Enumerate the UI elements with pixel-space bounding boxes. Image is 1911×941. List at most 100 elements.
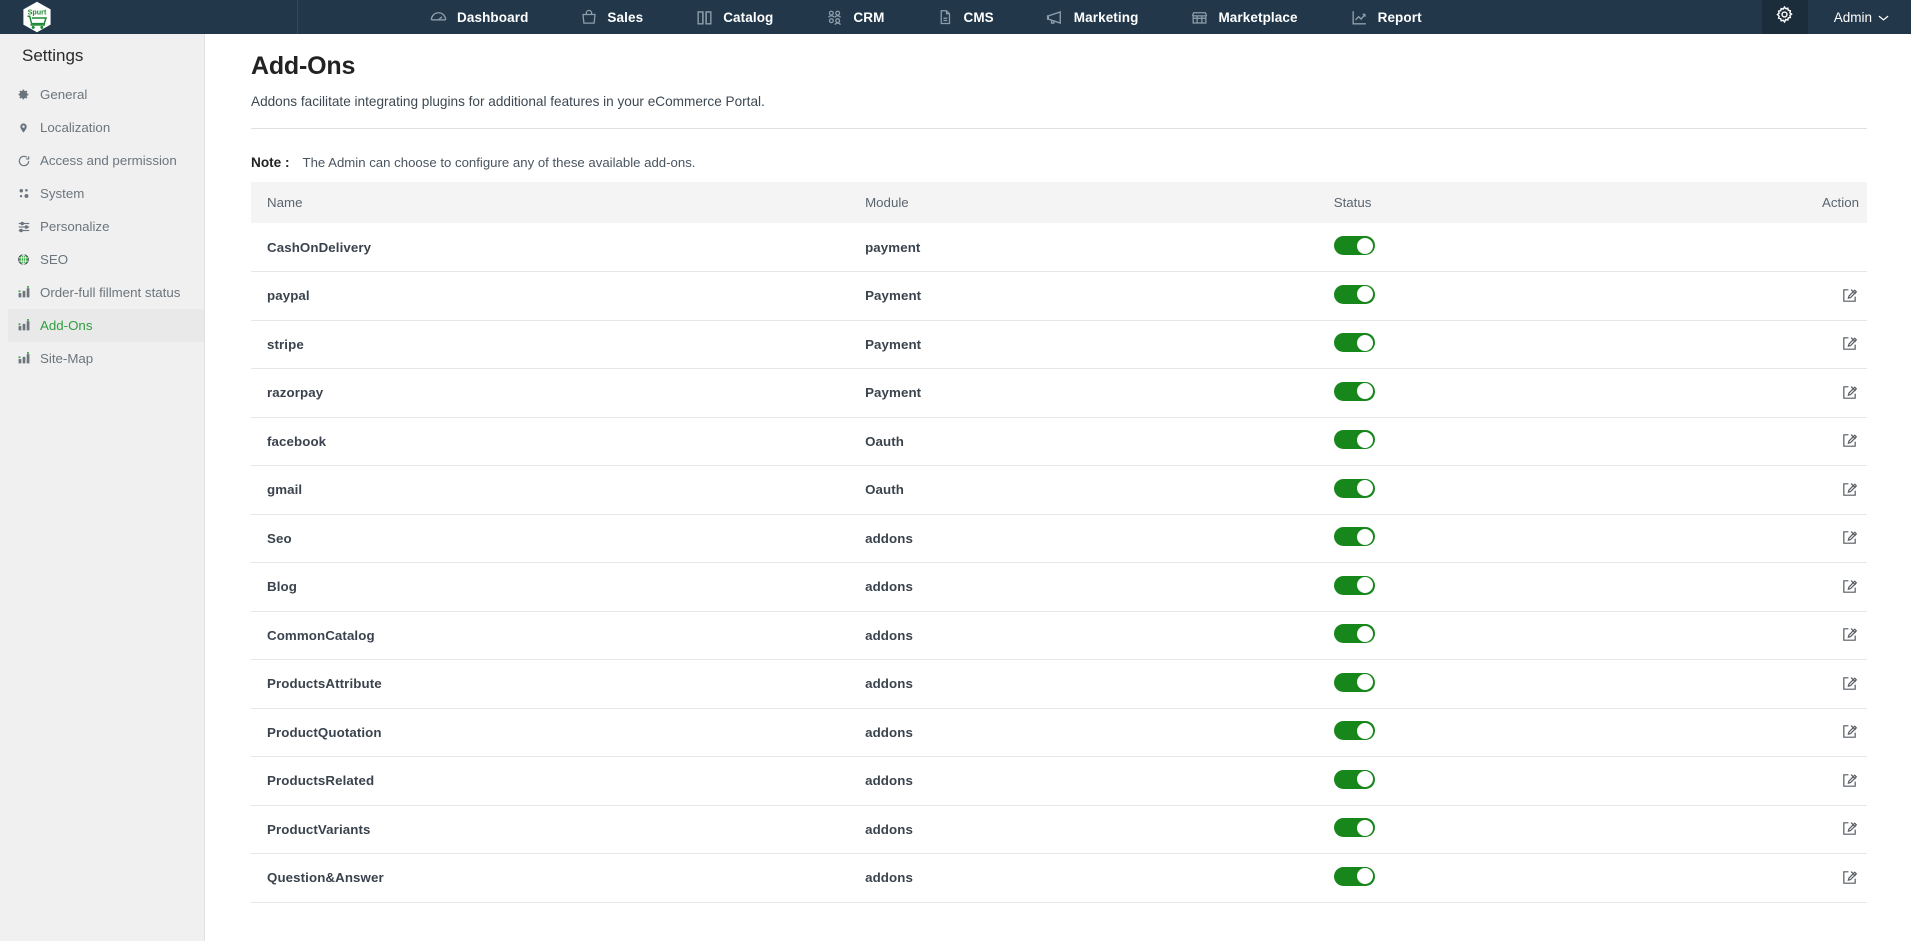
nav-item-crm[interactable]: CRM <box>799 0 910 34</box>
sidebar-item-general[interactable]: General <box>8 78 204 111</box>
bar-chart-icon <box>16 286 31 299</box>
cell-module: addons <box>865 756 1334 806</box>
edit-pencil-icon[interactable] <box>1839 819 1859 839</box>
nav-label: Report <box>1377 9 1422 25</box>
sidebar-item-label: Order-full fillment status <box>40 285 181 300</box>
settings-button[interactable] <box>1761 0 1808 34</box>
edit-pencil-icon[interactable] <box>1839 431 1859 451</box>
sidebar-item-label: Localization <box>40 120 111 135</box>
cell-status <box>1333 465 1706 515</box>
status-toggle[interactable] <box>1333 478 1375 498</box>
edit-pencil-icon[interactable] <box>1839 673 1859 693</box>
sidebar-item-seo[interactable]: SEO <box>8 243 204 276</box>
nav-item-sales[interactable]: Sales <box>554 0 669 34</box>
toggle-knob <box>1357 868 1374 885</box>
table-row: stripe Payment <box>251 320 1867 369</box>
settings-sidebar: Settings General Localization Access and… <box>0 34 205 941</box>
nav-label: Dashboard <box>457 9 529 25</box>
cell-status <box>1333 368 1706 418</box>
cell-action <box>1705 756 1867 806</box>
cell-status <box>1333 805 1706 854</box>
toggle-knob <box>1357 577 1374 594</box>
sidebar-item-label: SEO <box>40 252 69 267</box>
speedometer-icon <box>429 8 448 27</box>
cell-addon-name: CommonCatalog <box>251 611 866 660</box>
sidebar-item-site-map[interactable]: Site-Map <box>8 342 204 375</box>
edit-pencil-icon[interactable] <box>1839 479 1859 499</box>
brand-logo[interactable]: Spurt <box>0 0 298 34</box>
edit-pencil-icon[interactable] <box>1839 576 1859 596</box>
note-label: Note : <box>251 155 290 170</box>
sidebar-item-localization[interactable]: Localization <box>8 111 204 144</box>
status-toggle[interactable] <box>1333 866 1375 886</box>
cell-action <box>1705 368 1867 418</box>
status-toggle[interactable] <box>1333 818 1375 838</box>
cell-module: addons <box>865 805 1334 854</box>
sidebar-item-personalize[interactable]: Personalize <box>8 210 204 243</box>
sidebar-items: General Localization Access and permissi… <box>0 78 204 375</box>
sidebar-item-access-and-permission[interactable]: Access and permission <box>8 144 204 177</box>
edit-pencil-icon[interactable] <box>1839 334 1859 354</box>
edit-pencil-icon[interactable] <box>1839 625 1859 645</box>
table-row: ProductsAttribute addons <box>251 659 1867 709</box>
edit-pencil-icon[interactable] <box>1839 382 1859 402</box>
nav-item-catalog[interactable]: Catalog <box>669 0 799 34</box>
top-navigation-bar: Spurt Dashboard Sales Catalog CRM CMS Ma… <box>0 0 1911 34</box>
cell-addon-name: stripe <box>251 320 866 369</box>
status-toggle[interactable] <box>1333 333 1375 353</box>
column-header-action[interactable]: Action <box>1705 182 1867 223</box>
cell-status <box>1333 611 1706 660</box>
status-toggle[interactable] <box>1333 721 1375 741</box>
status-toggle[interactable] <box>1333 527 1375 547</box>
page-title: Add-Ons <box>251 52 356 80</box>
cell-addon-name: ProductVariants <box>251 805 866 854</box>
cell-module: Payment <box>865 320 1334 369</box>
cell-action <box>1705 417 1867 466</box>
cell-addon-name: ProductsAttribute <box>251 659 866 709</box>
cell-status <box>1333 708 1706 757</box>
cogs-icon <box>16 187 31 200</box>
edit-pencil-icon[interactable] <box>1839 722 1859 742</box>
nav-label: Catalog <box>723 9 774 25</box>
table-row: ProductVariants addons <box>251 805 1867 854</box>
status-toggle[interactable] <box>1333 575 1375 595</box>
table-row: Seo addons <box>251 514 1867 563</box>
column-header-module[interactable]: Module <box>865 182 1334 223</box>
cell-module: addons <box>865 562 1334 612</box>
edit-pencil-icon[interactable] <box>1839 285 1859 305</box>
status-toggle[interactable] <box>1333 624 1375 644</box>
edit-pencil-icon[interactable] <box>1839 770 1859 790</box>
status-toggle[interactable] <box>1333 769 1375 789</box>
sidebar-item-add-ons[interactable]: Add-Ons <box>8 309 204 342</box>
main-content: Add-Ons Addons facilitate integrating pl… <box>205 34 1911 941</box>
trending-up-icon <box>1350 8 1369 27</box>
table-row: CommonCatalog addons <box>251 611 1867 660</box>
nav-item-dashboard[interactable]: Dashboard <box>403 0 554 34</box>
shopping-bag-icon <box>580 8 598 27</box>
account-menu[interactable]: Admin <box>1808 0 1911 34</box>
status-toggle[interactable] <box>1333 236 1375 255</box>
nav-item-cms[interactable]: CMS <box>910 0 1019 34</box>
table-header-row: Name Module Status Action <box>251 182 1867 223</box>
nav-item-marketing[interactable]: Marketing <box>1020 0 1165 34</box>
edit-pencil-icon[interactable] <box>1839 867 1859 887</box>
globe-icon <box>16 253 31 266</box>
status-toggle[interactable] <box>1333 381 1375 401</box>
table-row: ProductsRelated addons <box>251 756 1867 806</box>
edit-pencil-icon[interactable] <box>1839 528 1859 548</box>
nav-item-report[interactable]: Report <box>1324 0 1448 34</box>
column-header-name[interactable]: Name <box>251 182 866 223</box>
sidebar-item-system[interactable]: System <box>8 177 204 210</box>
status-toggle[interactable] <box>1333 430 1375 450</box>
status-toggle[interactable] <box>1333 672 1375 692</box>
column-header-status[interactable]: Status <box>1333 182 1706 223</box>
nav-item-marketplace[interactable]: Marketplace <box>1164 0 1323 34</box>
cell-addon-name: ProductQuotation <box>251 708 866 757</box>
nav-label: Sales <box>607 9 644 25</box>
addons-table: Name Module Status Action CashOnDelivery… <box>251 182 1867 903</box>
sidebar-item-order-fulfillment-status[interactable]: Order-full fillment status <box>8 276 204 309</box>
status-toggle[interactable] <box>1333 284 1375 304</box>
table-header: Name Module Status Action <box>251 182 1867 223</box>
nav-label: CRM <box>853 9 885 25</box>
nav-label: Marketplace <box>1218 9 1298 25</box>
